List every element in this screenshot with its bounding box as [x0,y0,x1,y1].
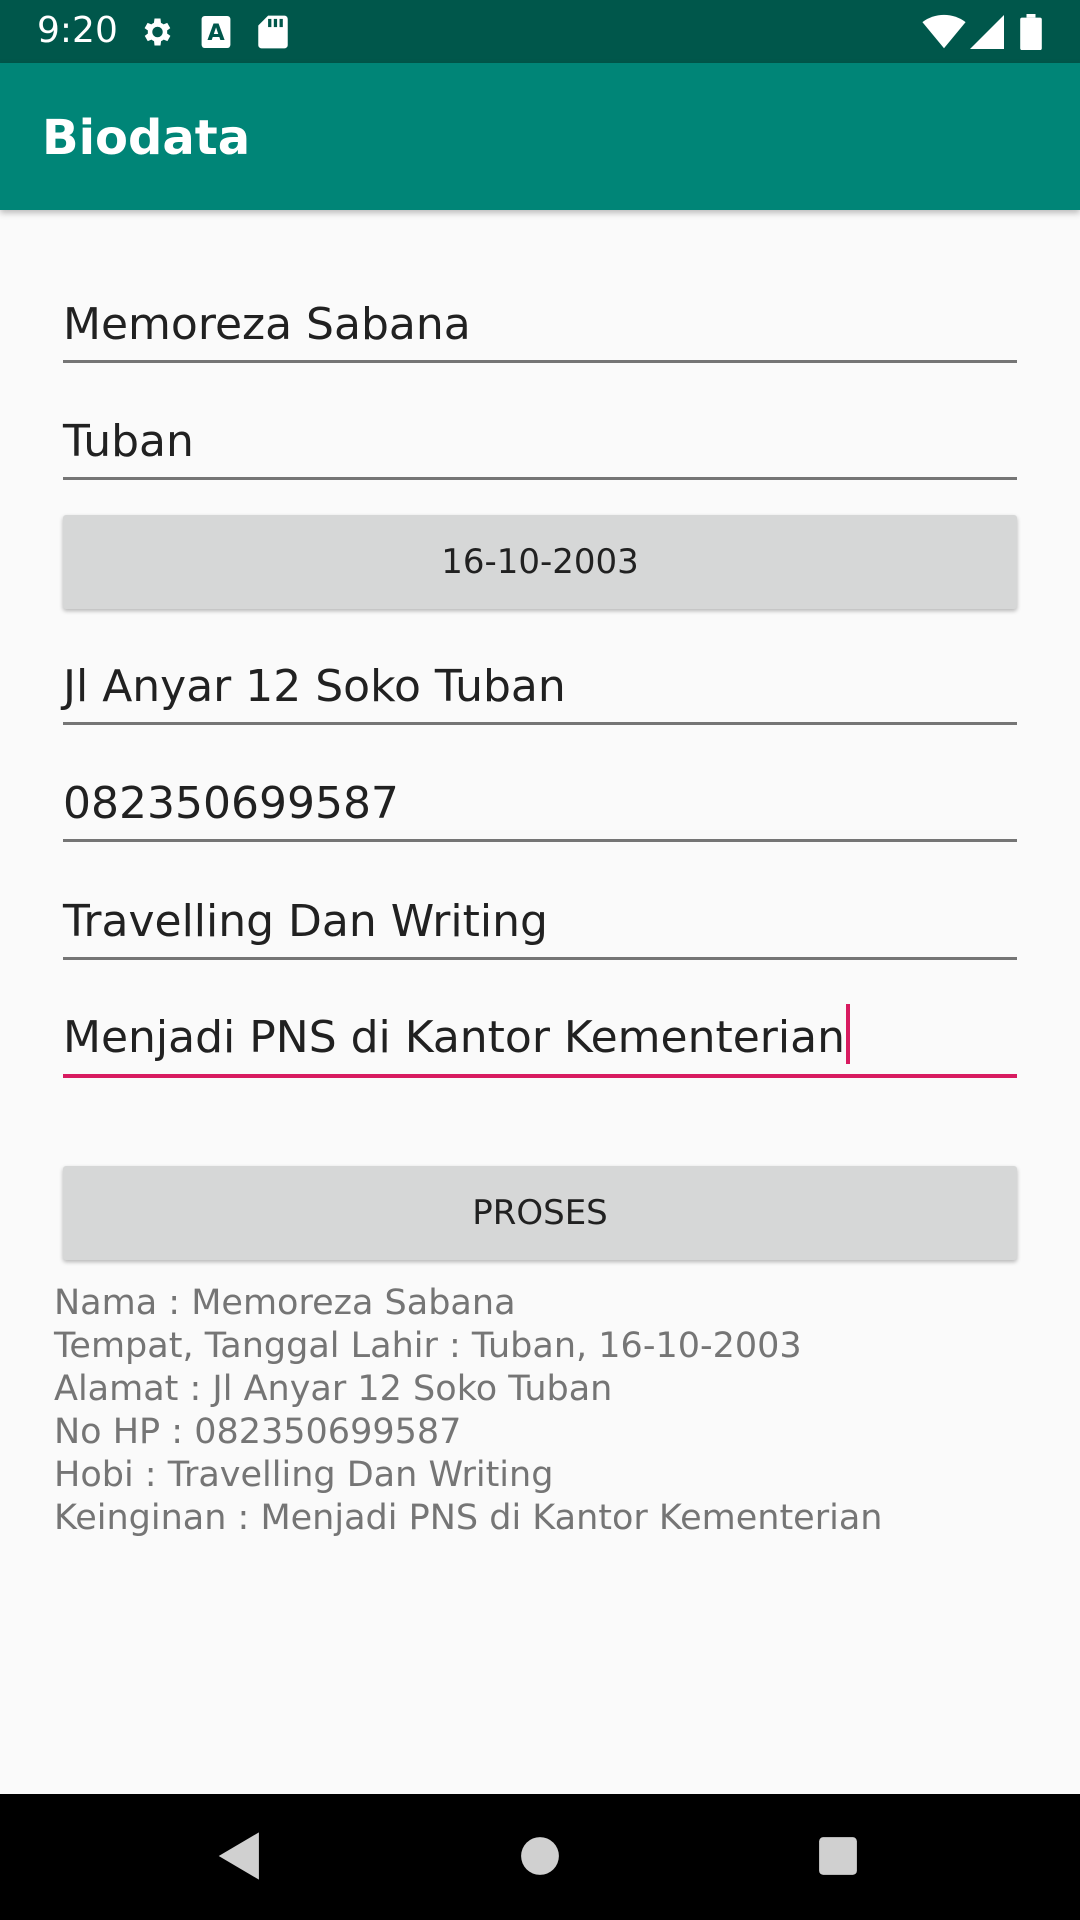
settings-icon [138,14,174,55]
hobi-value: Travelling Dan Writing [63,896,548,947]
signal-icon [970,14,1004,55]
result-alamat: Alamat : Jl Anyar 12 Soko Tuban [54,1369,613,1409]
tanggal-lahir-button[interactable]: 16-10-2003 [63,515,1017,609]
status-bar: 9:20 A [0,0,1080,63]
result-hobi: Hobi : Travelling Dan Writing [54,1455,554,1495]
tempat-lahir-field[interactable]: Tuban [63,397,1017,480]
tempat-lahir-value: Tuban [63,416,194,467]
result-nama: Nama : Memoreza Sabana [54,1283,516,1323]
result-keinginan: Keinginan : Menjadi PNS di Kantor Kement… [54,1498,883,1538]
wifi-icon [922,14,966,55]
keinginan-wrapper: Menjadi PNS di Kantor Kementerian [63,1004,850,1064]
navigation-bar [0,1794,1080,1920]
result-no-hp: No HP : 082350699587 [54,1412,462,1452]
result-text: Nama : Memoreza Sabana Tempat, Tanggal L… [54,1282,882,1540]
hobi-field[interactable]: Travelling Dan Writing [63,877,1017,960]
text-a-icon: A [200,14,232,55]
nama-field[interactable]: Memoreza Sabana [63,280,1017,363]
svg-text:A: A [207,20,225,46]
proses-button[interactable]: PROSES [63,1166,1017,1260]
no-hp-field[interactable]: 082350699587 [63,759,1017,842]
nama-value: Memoreza Sabana [63,299,471,350]
back-icon[interactable] [215,1830,265,1887]
keinginan-value: Menjadi PNS di Kantor Kementerian [63,1012,845,1063]
app-bar: Biodata [0,63,1080,210]
home-icon[interactable] [519,1830,561,1887]
text-cursor [845,1004,850,1064]
no-hp-value: 082350699587 [63,778,399,829]
status-time: 9:20 [37,10,118,51]
recents-icon[interactable] [817,1830,859,1887]
keinginan-field[interactable]: Menjadi PNS di Kantor Kementerian [63,994,1017,1078]
alamat-field[interactable]: Jl Anyar 12 Soko Tuban [63,642,1017,725]
result-ttl: Tempat, Tanggal Lahir : Tuban, 16-10-200… [54,1326,802,1366]
battery-icon [1020,14,1042,55]
alamat-value: Jl Anyar 12 Soko Tuban [63,661,566,712]
page-title: Biodata [42,110,251,166]
sd-card-icon [258,14,288,55]
